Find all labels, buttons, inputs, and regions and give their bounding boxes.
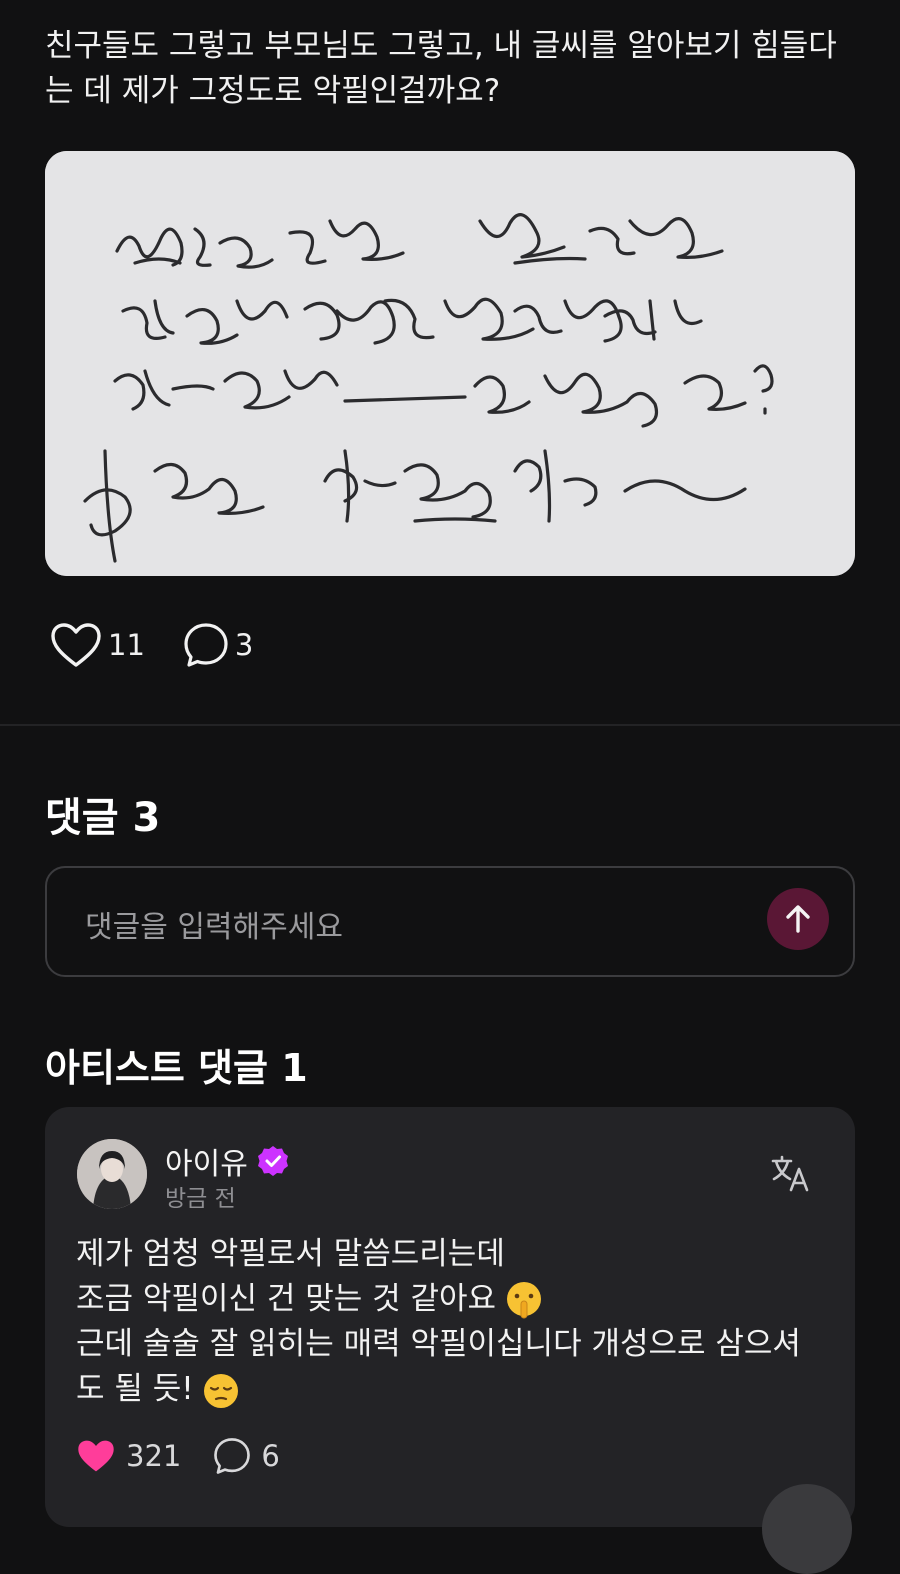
post-actions: 11 3: [50, 620, 291, 670]
comment-line-3: 근데 술술 잘 읽히는 매력 악필이십니다 개성으로 삼으셔: [76, 1326, 801, 1362]
comment-input[interactable]: 댓글을 입력해주세요: [85, 902, 343, 946]
heart-filled-icon[interactable]: [76, 1438, 116, 1474]
arrow-up-icon: [786, 905, 810, 933]
comment-count: 3: [234, 628, 254, 662]
post-text-line-1: 친구들도 그렇고 부모님도 그렇고, 내 글씨를 알아보기 힘들다: [45, 28, 837, 64]
author-name[interactable]: 아이유: [165, 1139, 248, 1183]
reply-bubble-icon[interactable]: [213, 1437, 251, 1475]
comment-input-box[interactable]: 댓글을 입력해주세요: [45, 866, 855, 977]
translate-icon[interactable]: [771, 1155, 811, 1193]
comment-line-1: 제가 엄청 악필로서 말씀드리는데: [76, 1236, 505, 1272]
comment-like-count: 321: [126, 1439, 182, 1473]
send-comment-button[interactable]: [767, 888, 829, 950]
like-count: 11: [108, 628, 145, 662]
pensive-face-emoji: [203, 1373, 238, 1408]
handwriting-scribble: [45, 151, 855, 576]
post-text-line-2: 는 데 제가 그정도로 악필인걸까요?: [45, 73, 501, 109]
post-text: 친구들도 그렇고 부모님도 그렇고, 내 글씨를 알아보기 힘들다 는 데 제가…: [45, 24, 855, 114]
handwriting-photo[interactable]: [45, 151, 855, 576]
floating-action-button[interactable]: [762, 1484, 852, 1574]
artist-comment-card: 아이유 방금 전 제가 엄청 악필로서 말씀드리는데 조금 악필이신 건 맞는 …: [45, 1107, 855, 1527]
comment-button[interactable]: 3: [183, 622, 253, 668]
comment-author: 아이유: [165, 1139, 290, 1183]
section-divider: [0, 724, 900, 726]
shushing-face-emoji: [507, 1281, 542, 1318]
avatar[interactable]: [77, 1139, 147, 1209]
comments-heading: 댓글 3: [45, 795, 161, 841]
comment-line-2: 조금 악필이신 건 맞는 것 같아요: [76, 1281, 497, 1317]
avatar-portrait: [77, 1139, 147, 1209]
comment-line-4: 도 될 듯!: [76, 1371, 194, 1407]
heart-outline-icon: [51, 623, 101, 667]
comment-body: 제가 엄청 악필로서 말씀드리는데 조금 악필이신 건 맞는 것 같아요 근데 …: [76, 1232, 826, 1412]
artist-comments-heading: 아티스트 댓글 1: [45, 1046, 308, 1090]
comment-reply-count: 6: [261, 1439, 280, 1473]
comment-bubble-icon: [184, 623, 228, 667]
like-button[interactable]: 11: [50, 622, 145, 668]
comment-time: 방금 전: [165, 1186, 236, 1212]
comment-actions: 321 6: [76, 1437, 280, 1475]
verified-badge-icon: [257, 1146, 288, 1176]
